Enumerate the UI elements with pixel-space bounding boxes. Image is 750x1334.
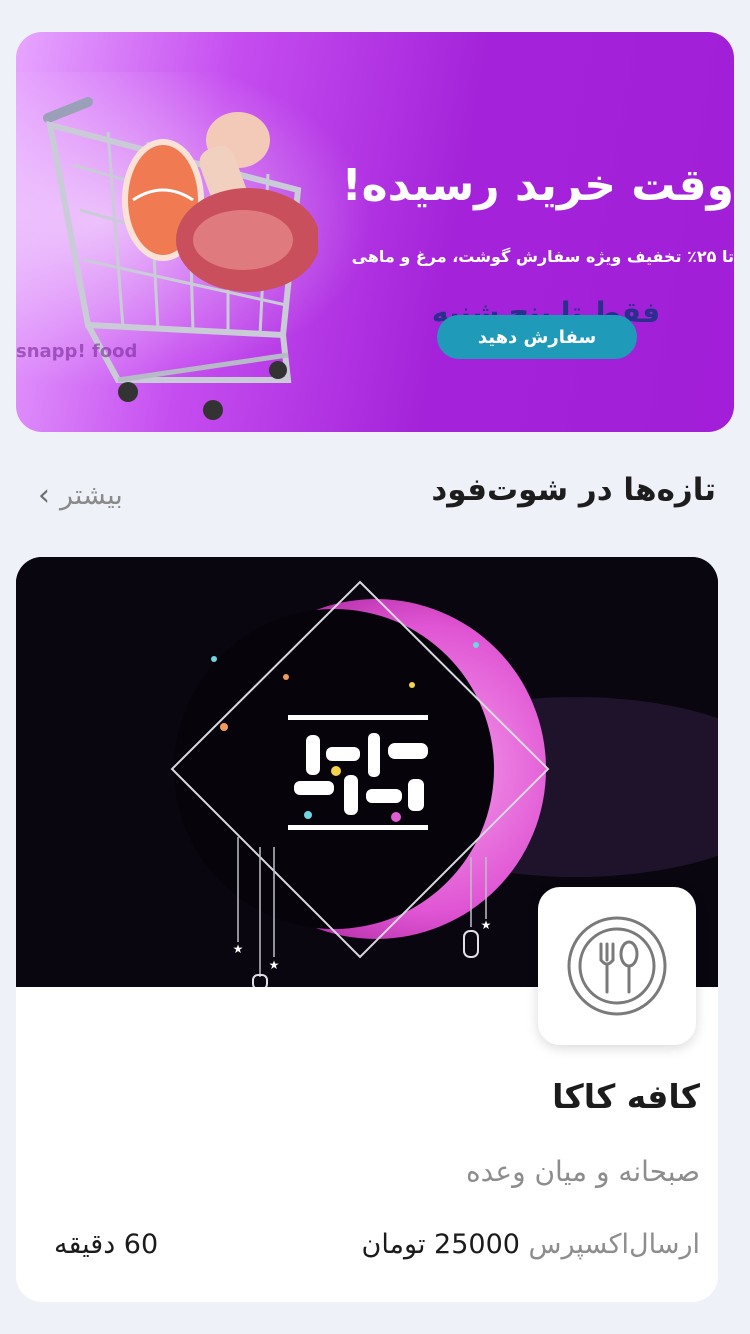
restaurant-category: صبحانه و میان وعده [466, 1155, 700, 1188]
banner-subtitle: تا ۲۵٪ تخفیف ویژه سفارش گوشت، مرغ و ماهی [351, 247, 734, 266]
delivery-time: 60 دقیقه [54, 1229, 159, 1260]
svg-text:★: ★ [481, 918, 492, 932]
delivery-info: ارسال‌اکسپرس 25000 تومان [361, 1229, 700, 1260]
section-title: تازه‌ها در شوت‌فود [431, 472, 716, 508]
promo-banner[interactable]: snapp! food وقت خرید رسیده! تا ۲۵٪ تخفیف… [16, 32, 734, 432]
shopping-cart-icon [43, 97, 318, 420]
banner-headline: وقت خرید رسیده! [341, 160, 734, 211]
fork-spoon-icon [567, 916, 667, 1016]
restaurant-logo [538, 887, 696, 1045]
restaurant-name: کافه کاکا [552, 1077, 700, 1116]
svg-text:★: ★ [233, 942, 244, 956]
brand-watermark: snapp! food [16, 341, 138, 362]
svg-text:★: ★ [269, 958, 280, 972]
delivery-fee: 25000 تومان [361, 1229, 520, 1260]
order-now-button[interactable]: سفارش دهید [437, 315, 637, 359]
delivery-label: ارسال‌اکسپرس [528, 1229, 700, 1260]
see-more-link[interactable]: ‹ بیشتر [38, 478, 123, 513]
chevron-left-icon: ‹ [38, 478, 50, 513]
restaurant-card[interactable]: ★ ★ ★ کافه کاکا صبحانه و میان وعده ارسال… [16, 557, 718, 1302]
see-more-label: بیشتر [60, 480, 123, 511]
